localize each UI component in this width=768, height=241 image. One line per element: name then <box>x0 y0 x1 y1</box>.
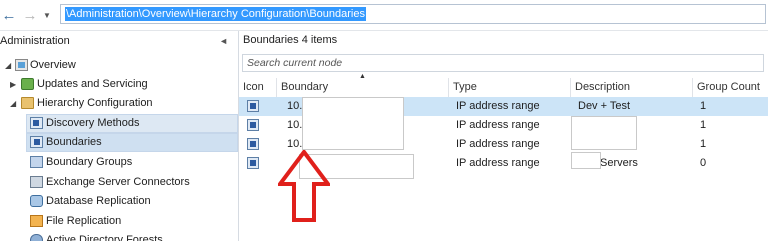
redaction-box <box>302 97 404 150</box>
ad-forest-icon <box>30 234 43 241</box>
tree-item-boundary-groups[interactable]: Boundary Groups <box>0 153 238 172</box>
column-header-boundary[interactable]: Boundary <box>277 78 449 97</box>
address-path: \Administration\Overview\Hierarchy Confi… <box>65 7 366 21</box>
exchange-icon <box>30 176 43 188</box>
chevron-left-icon[interactable]: ◄ <box>219 31 228 51</box>
tree-item-discovery-methods[interactable]: Discovery Methods <box>0 114 238 133</box>
content-title: Boundaries 4 items <box>243 34 338 46</box>
redaction-box <box>571 152 601 169</box>
boundary-icon <box>30 136 43 148</box>
redaction-box <box>571 116 637 150</box>
tree-item-label: Discovery Methods <box>46 117 140 129</box>
boundary-icon <box>247 138 259 150</box>
column-header-description[interactable]: Description <box>571 78 693 97</box>
boundary-icon <box>247 119 259 131</box>
tree-item-label: Boundaries <box>46 136 102 148</box>
group-count-cell: 0 <box>700 157 707 169</box>
arrow-right-icon[interactable]: → <box>21 6 39 24</box>
tree-item-file-replication[interactable]: File Replication <box>0 212 238 231</box>
navigation-pane: Administration ◄ ◢ Overview ▶ Updates an… <box>0 31 239 241</box>
expand-icon[interactable]: ◢ <box>5 56 11 75</box>
tree-item-label: Database Replication <box>46 195 151 207</box>
navigation-title: Administration <box>0 35 70 47</box>
folder-icon <box>21 97 34 109</box>
address-bar: ← → ▼ \Administration\Overview\Hierarchy… <box>0 0 768 31</box>
up-arrow-annotation-icon <box>278 150 330 222</box>
tree-item-label: Updates and Servicing <box>37 78 148 90</box>
tree-item-updates-and-servicing[interactable]: ▶ Updates and Servicing <box>0 75 238 94</box>
tree-item-label: Exchange Server Connectors <box>46 176 190 188</box>
column-header-icon[interactable]: Icon <box>239 78 277 97</box>
column-header-group-count[interactable]: Group Count <box>693 78 768 97</box>
search-input[interactable]: Search current node <box>242 54 764 72</box>
tree-item-database-replication[interactable]: Database Replication <box>0 192 238 211</box>
chevron-down-icon[interactable]: ▼ <box>40 6 54 24</box>
expand-icon[interactable]: ▶ <box>10 75 16 94</box>
file-replication-icon <box>30 215 43 227</box>
group-count-cell: 1 <box>700 100 707 112</box>
tree-item-label: File Replication <box>46 215 122 227</box>
tree-item-boundaries[interactable]: Boundaries <box>0 133 238 152</box>
boundary-icon <box>247 100 259 112</box>
column-header-type[interactable]: Type <box>449 78 571 97</box>
tree-item-hierarchy-configuration[interactable]: ◢ Hierarchy Configuration <box>0 94 238 113</box>
database-icon <box>30 195 43 207</box>
overview-icon <box>15 59 28 71</box>
collapse-icon[interactable]: ◢ <box>10 94 16 113</box>
type-cell: IP address range <box>456 157 540 169</box>
tree-item-label: Active Directory Forests <box>46 234 163 241</box>
tree-item-label: Overview <box>30 59 76 71</box>
type-cell: IP address range <box>456 100 540 112</box>
group-count-cell: 1 <box>700 119 707 131</box>
type-cell: IP address range <box>456 119 540 131</box>
navigation-header: Administration ◄ <box>0 31 238 51</box>
address-input[interactable]: \Administration\Overview\Hierarchy Confi… <box>60 4 766 24</box>
discovery-icon <box>30 117 43 129</box>
tree-item-active-directory-forests[interactable]: Active Directory Forests <box>0 231 238 241</box>
tree-item-label: Boundary Groups <box>46 156 133 168</box>
list-header: Icon Boundary Type Description Group Cou… <box>239 78 768 98</box>
boundary-icon <box>247 157 259 169</box>
tree-item-exchange-server-connectors[interactable]: Exchange Server Connectors <box>0 173 238 192</box>
search-placeholder: Search current node <box>247 57 343 69</box>
description-cell: Servers <box>600 157 638 169</box>
boundary-groups-icon <box>30 156 43 168</box>
updates-icon <box>21 78 34 90</box>
description-cell: Dev + Test <box>578 100 631 112</box>
group-count-cell: 1 <box>700 138 707 150</box>
type-cell: IP address range <box>456 138 540 150</box>
tree-item-overview[interactable]: ◢ Overview <box>0 56 238 75</box>
tree-item-label: Hierarchy Configuration <box>37 97 153 109</box>
arrow-left-icon[interactable]: ← <box>0 6 18 24</box>
